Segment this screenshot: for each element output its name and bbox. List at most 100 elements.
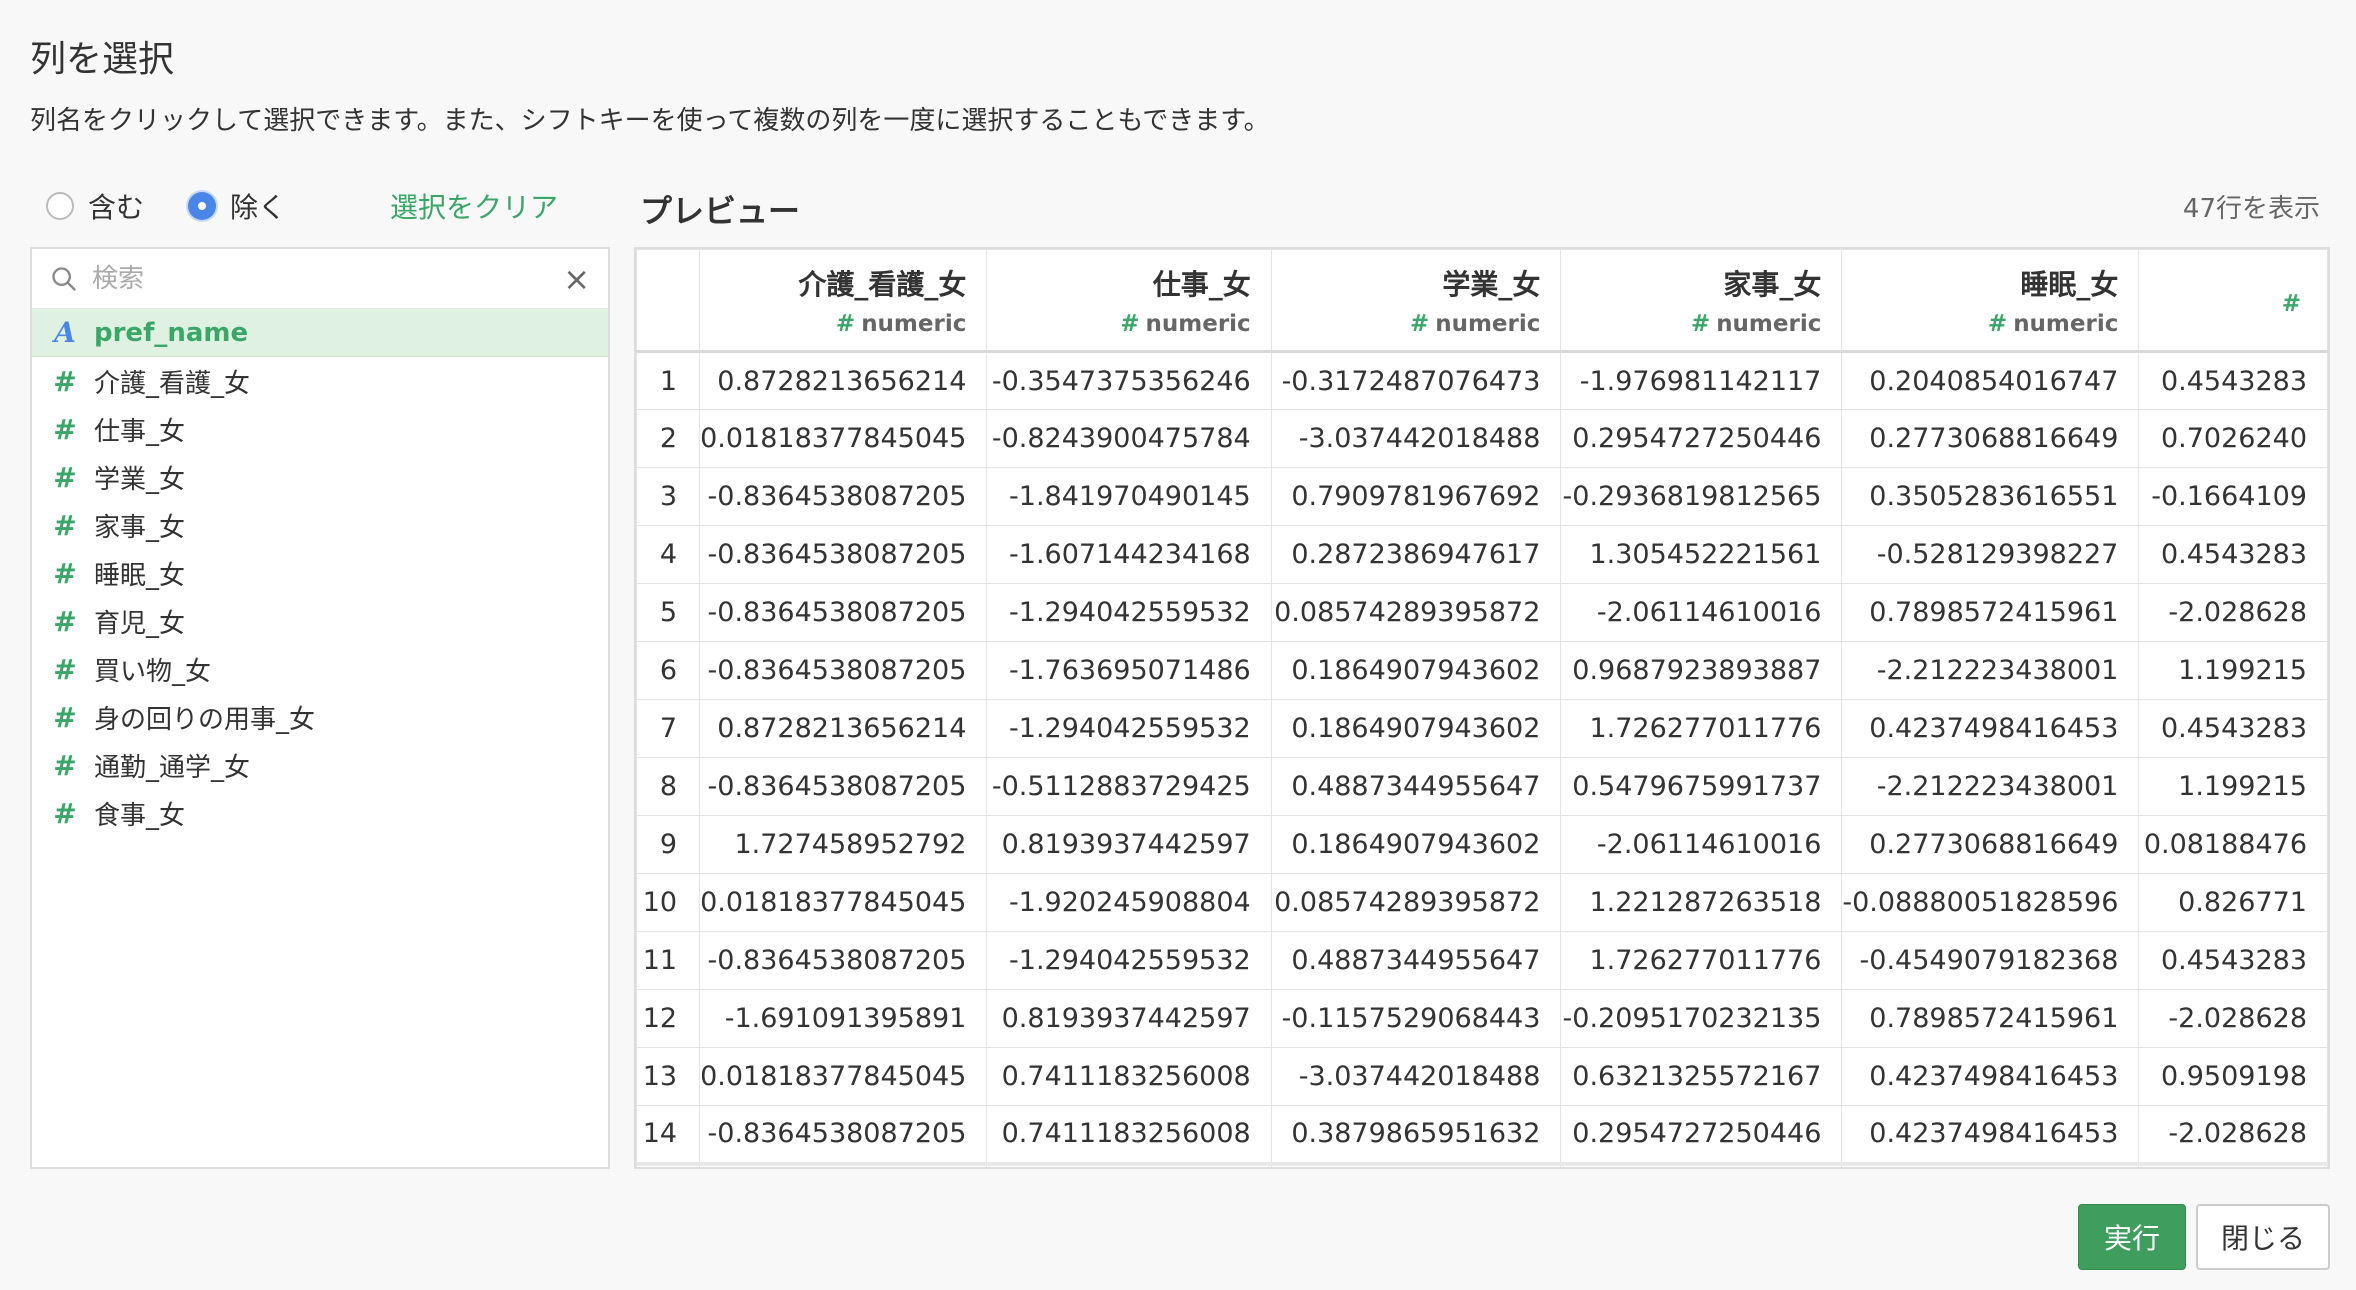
column-header: 学業_女 # numeric xyxy=(1270,249,1562,352)
row-count: 47行を表示 xyxy=(2182,194,2320,224)
column-name: 睡眠_女 xyxy=(94,560,186,591)
table-cell: -1.763695071486 xyxy=(986,641,1272,700)
table-cell: -0.8364538087205 xyxy=(699,583,988,642)
table-cell: 0.1864907943602 xyxy=(1270,641,1562,700)
table-cell: -0.1157529068443 xyxy=(1270,989,1562,1048)
table-cell: 0.2773068816649 xyxy=(1841,409,2140,468)
list-item[interactable]: # 介護_看護_女 xyxy=(32,357,608,405)
column-list: Apref_name # 介護_看護_女 # 仕事_女 # 学業_女 # 家事_女 # 睡眠_女 # 育… xyxy=(32,309,608,837)
table-cell: -1.976981142117 xyxy=(1560,351,1843,410)
table-cell: -0.8364538087205 xyxy=(699,931,988,990)
column-type-label: numeric xyxy=(861,311,967,337)
table-cell: -0.528129398227 xyxy=(1841,525,2140,584)
table-row: 10 0.01818377845045 -1.920245908804 0.08574… xyxy=(636,873,2328,932)
row-index-cell: 8 xyxy=(636,757,701,816)
numeric-type-icon: # xyxy=(1987,311,2008,337)
character-type-icon: A xyxy=(54,316,76,349)
column-name: 仕事_女 xyxy=(94,416,186,447)
row-index-cell: 2 xyxy=(636,409,701,468)
table-cell: 0.4543283 xyxy=(2138,931,2328,990)
table-cell: 0.9687923893887 xyxy=(1560,641,1843,700)
table-cell: -1.841970490145 xyxy=(986,467,1272,526)
table-cell: -2.028628 xyxy=(2138,1105,2328,1164)
exclude-radio-label: 除く xyxy=(230,191,287,224)
list-item[interactable]: # 通勤_通学_女 xyxy=(32,741,608,789)
table-cell: 0.9509198 xyxy=(2138,1047,2328,1106)
table-cell xyxy=(636,1161,701,1167)
table-cell: -2.212223438001 xyxy=(1841,757,2140,816)
include-radio[interactable]: 含む xyxy=(46,186,144,226)
table-cell: 0.8728213656214 xyxy=(699,351,988,410)
list-item[interactable]: # 学業_女 xyxy=(32,453,608,501)
table-cell: -0.8364538087205 xyxy=(699,641,988,700)
table-row: 4 -0.8364538087205 -1.607144234168 0.287238… xyxy=(636,525,2328,584)
table-cell: 1.727458952792 xyxy=(699,815,988,874)
table-cell: -1.294042559532 xyxy=(986,699,1272,758)
table-row: 1 0.8728213656214 -0.3547375356246 -0.31724… xyxy=(636,351,2328,410)
table-cell: -0.8243900475784 xyxy=(986,409,1272,468)
search-box: × xyxy=(32,249,608,309)
list-item[interactable]: # 買い物_女 xyxy=(32,645,608,693)
exclude-radio[interactable]: 除く xyxy=(188,186,286,226)
include-radio-circle[interactable] xyxy=(46,192,74,220)
table-cell: 0.08188476 xyxy=(2138,815,2328,874)
table-cell: -0.8364538087205 xyxy=(699,1105,988,1164)
table-cell: -1.294042559532 xyxy=(986,931,1272,990)
list-item[interactable]: # 仕事_女 xyxy=(32,405,608,453)
row-index-cell: 4 xyxy=(636,525,701,584)
run-button[interactable]: 実行 xyxy=(2078,1204,2186,1270)
clear-selection-link[interactable]: 選択をクリア xyxy=(390,186,558,226)
table-cell: -0.3547375356246 xyxy=(986,351,1272,410)
table-row xyxy=(636,1161,2328,1167)
table-cell: 0.4237498416453 xyxy=(1841,1047,2140,1106)
table-cell: -0.8364538087205 xyxy=(699,467,988,526)
table-cell: 0.2040854016747 xyxy=(1841,351,2140,410)
search-input[interactable] xyxy=(92,263,564,294)
list-item[interactable]: # 睡眠_女 xyxy=(32,549,608,597)
table-cell: 1.221287263518 xyxy=(1560,873,1843,932)
numeric-type-icon: # xyxy=(53,796,77,830)
list-item[interactable]: # 食事_女 xyxy=(32,789,608,837)
list-item[interactable]: # 身の回りの用事_女 xyxy=(32,693,608,741)
table-cell: -2.06114610016 xyxy=(1560,583,1843,642)
table-row: 6 -0.8364538087205 -1.763695071486 0.186490… xyxy=(636,641,2328,700)
column-header-name: 介護_看護_女 xyxy=(798,268,967,301)
table-cell: 0.1864907943602 xyxy=(1270,815,1562,874)
numeric-type-icon: # xyxy=(53,748,77,782)
table-cell: 0.08574289395872 xyxy=(1270,873,1562,932)
table-cell: 0.01818377845045 xyxy=(699,1047,988,1106)
table-row: 13 0.01818377845045 0.7411183256008 -3.0374… xyxy=(636,1047,2328,1106)
close-button[interactable]: 閉じる xyxy=(2196,1204,2330,1270)
close-icon[interactable]: × xyxy=(563,263,590,295)
table-cell xyxy=(1841,1161,2140,1167)
exclude-radio-circle[interactable] xyxy=(188,192,217,220)
list-item[interactable]: Apref_name xyxy=(32,309,608,357)
list-item[interactable]: # 育児_女 xyxy=(32,597,608,645)
column-type-label: numeric xyxy=(1145,311,1251,337)
index-header xyxy=(636,249,701,352)
column-type-label: numeric xyxy=(1716,311,1822,337)
table-cell: 0.01818377845045 xyxy=(699,409,988,468)
table-cell: 0.7898572415961 xyxy=(1841,989,2140,1048)
table-cell: -0.2936819812565 xyxy=(1560,467,1843,526)
numeric-type-icon: # xyxy=(1690,311,1711,337)
column-header-type: # numeric xyxy=(987,311,1250,337)
column-name: 身の回りの用事_女 xyxy=(94,704,316,735)
table-cell: 1.305452221561 xyxy=(1560,525,1843,584)
table-cell: -1.294042559532 xyxy=(986,583,1272,642)
table-cell: 0.2954727250446 xyxy=(1560,409,1843,468)
table-row: 8 -0.8364538087205 -0.5112883729425 0.48873… xyxy=(636,757,2328,816)
table-row: 9 1.727458952792 0.8193937442597 0.18649079… xyxy=(636,815,2328,874)
table-cell: -2.028628 xyxy=(2138,989,2328,1048)
table-cell: -3.037442018488 xyxy=(1270,409,1562,468)
table-cell: 0.7411183256008 xyxy=(986,1047,1272,1106)
preview-table-panel[interactable]: 介護_看護_女 # numeric 仕事_女 # numeric 学業_女 # numeric 家… xyxy=(634,247,2330,1169)
preview-table: 介護_看護_女 # numeric 仕事_女 # numeric 学業_女 # numeric 家… xyxy=(636,249,2328,1167)
column-name: 買い物_女 xyxy=(94,656,212,687)
table-cell: -0.2095170232135 xyxy=(1560,989,1843,1048)
table-cell xyxy=(1270,1161,1562,1167)
table-cell: 1.199215 xyxy=(2138,757,2328,816)
table-cell: 1.199215 xyxy=(2138,641,2328,700)
table-cell: 0.3879865951632 xyxy=(1270,1105,1562,1164)
list-item[interactable]: # 家事_女 xyxy=(32,501,608,549)
